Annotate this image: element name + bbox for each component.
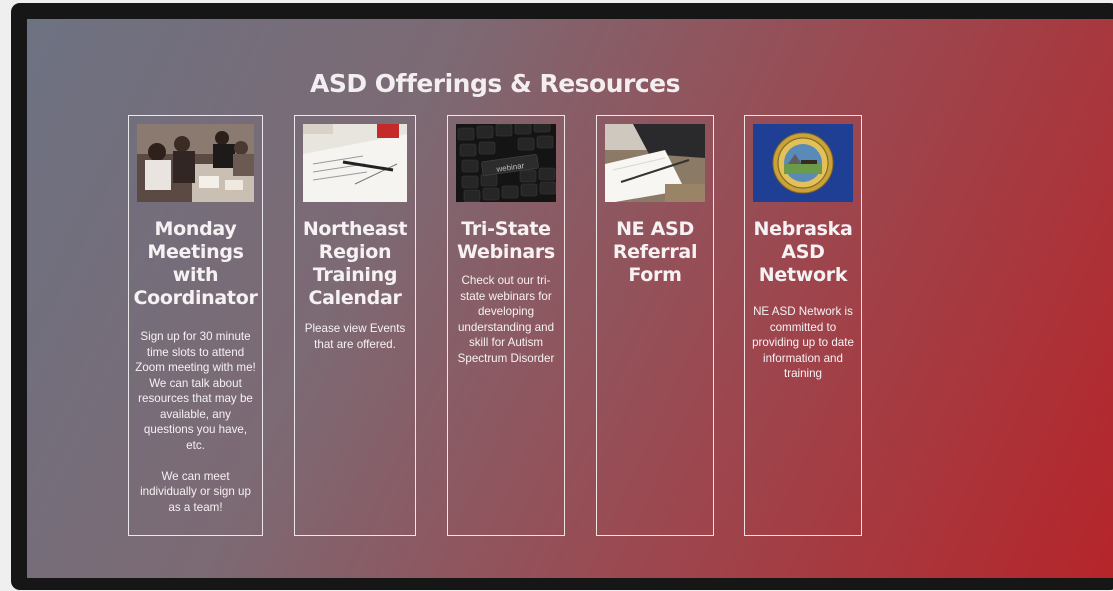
card-heading: Monday Meetings with Coordinator bbox=[133, 218, 258, 309]
card-tri-state-webinars[interactable]: webinar Tri-State Webinars Check out our… bbox=[447, 115, 565, 536]
card-paragraph: Sign up for 30 minute time slots to atte… bbox=[135, 330, 256, 452]
meeting-photo bbox=[137, 124, 254, 202]
card-referral-form[interactable]: NE ASD Referral Form bbox=[596, 115, 714, 536]
card-heading: Nebraska ASD Network bbox=[753, 218, 853, 286]
card-heading: Northeast Region Training Calendar bbox=[302, 218, 408, 309]
card-paragraph: Please view Events that are offered. bbox=[304, 322, 406, 351]
notepad-photo bbox=[605, 124, 705, 202]
page-title: ASD Offerings & Resources bbox=[310, 69, 681, 98]
card-nebraska-network[interactable]: Nebraska ASD Network NE ASD Network is c… bbox=[744, 115, 862, 536]
card-paragraph: We can meet individually or sign up as a… bbox=[140, 469, 251, 514]
card-description: Sign up for 30 minute time slots to atte… bbox=[135, 329, 256, 515]
card-description: Check out our tri-state webinars for dev… bbox=[454, 273, 558, 366]
card-paragraph: Check out our tri-state webinars for dev… bbox=[457, 274, 555, 365]
notebook-photo bbox=[303, 124, 407, 202]
card-monday-meetings[interactable]: Monday Meetings with Coordinator Sign up… bbox=[128, 115, 263, 536]
card-heading: Tri-State Webinars bbox=[457, 218, 555, 263]
nebraska-flag-image bbox=[753, 124, 853, 202]
card-paragraph: NE ASD Network is committed to providing… bbox=[752, 305, 854, 380]
offerings-section: ASD Offerings & Resources Monday Meeting… bbox=[27, 19, 1113, 578]
card-description: NE ASD Network is committed to providing… bbox=[751, 304, 855, 382]
card-description: Please view Events that are offered. bbox=[301, 321, 409, 352]
card-training-calendar[interactable]: Northeast Region Training Calendar Pleas… bbox=[294, 115, 416, 536]
card-heading: NE ASD Referral Form bbox=[612, 218, 698, 286]
keyboard-photo: webinar bbox=[456, 124, 556, 202]
